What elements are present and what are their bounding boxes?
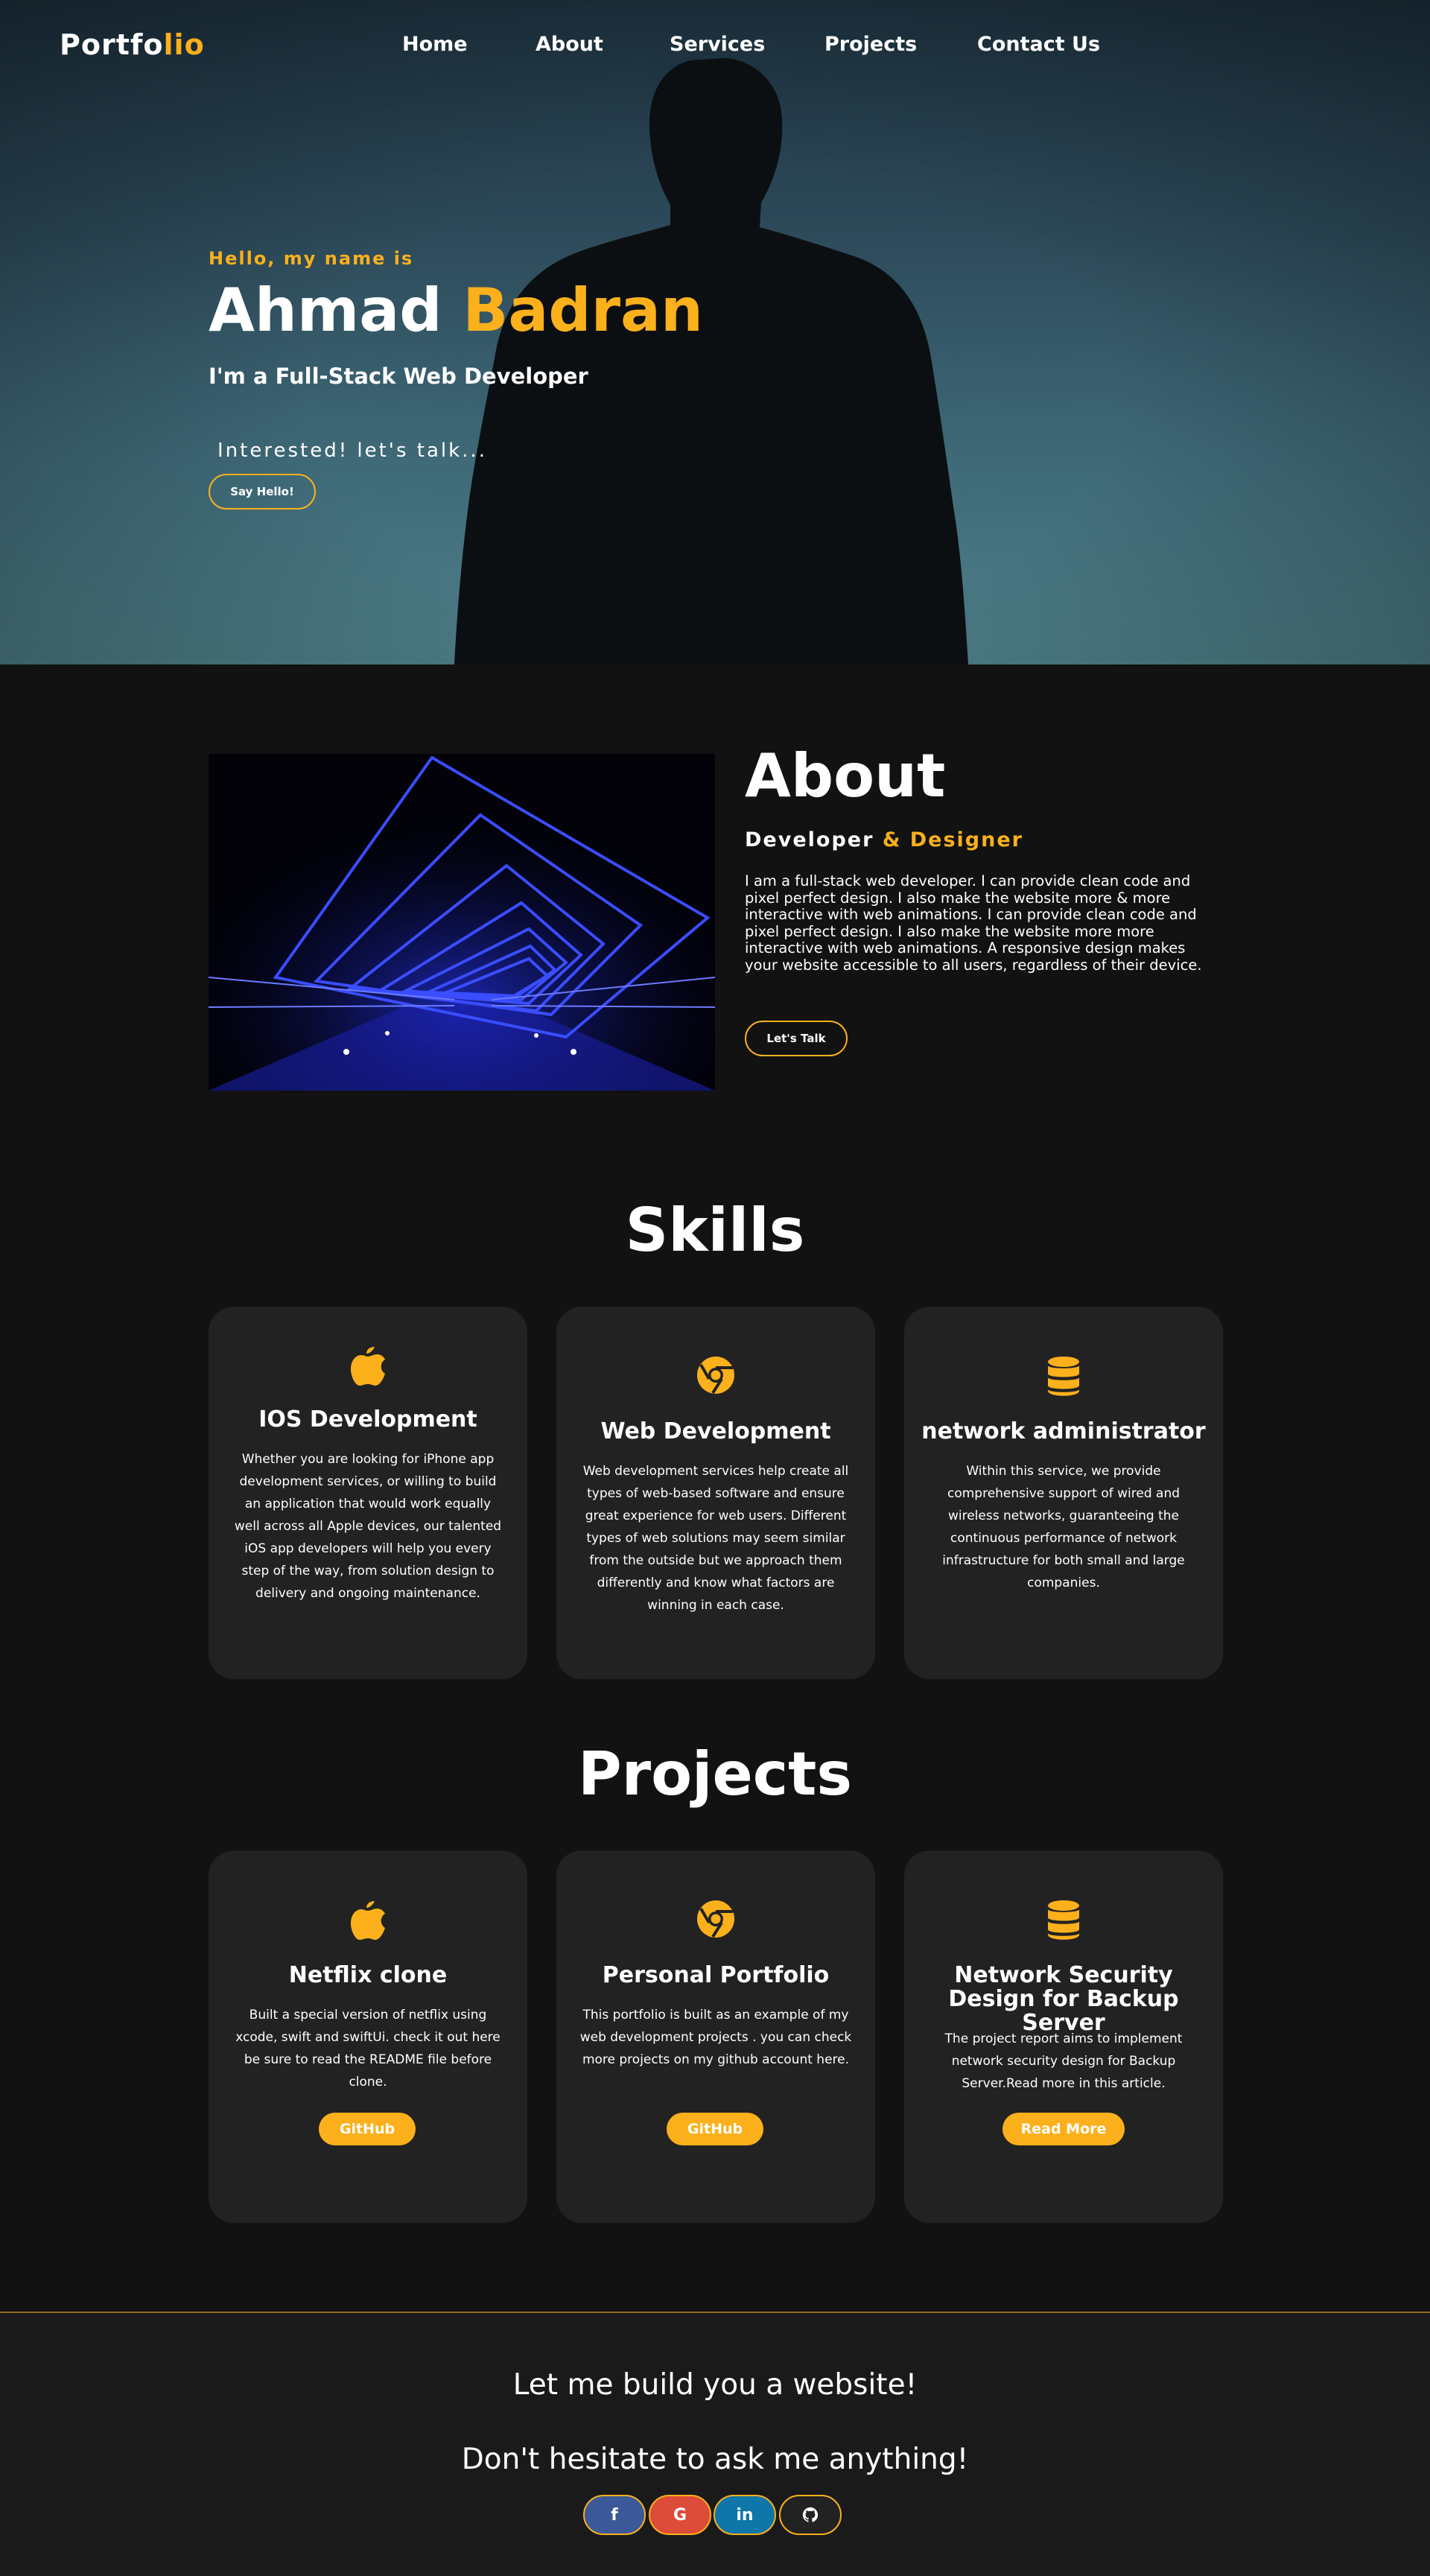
read-more-button[interactable]: Read More [1002,2113,1125,2145]
apple-icon [209,1900,527,1941]
logo[interactable]: Portfolio [60,28,205,61]
footer-line-2: Don't hesitate to ask me anything! [461,2443,969,2476]
hero-role: I'm a Full-Stack Web Developer [209,364,588,389]
skill-card-text: Web development services help create all… [582,1464,849,1613]
github-button[interactable]: GitHub [319,2113,416,2145]
facebook-icon[interactable]: f [583,2495,646,2535]
logo-accent: lio [163,28,205,61]
skill-card-title: Web Development [600,1418,831,1444]
apple-icon [209,1345,527,1387]
about-image [209,754,715,1091]
project-card-portfolio: Personal Portfolio This portfolio is bui… [556,1850,875,2223]
skill-card-title: IOS Development [258,1406,477,1433]
project-card-text: The project report aims to implement net… [944,2031,1183,2091]
project-card-text: This portfolio is built as an example of… [579,2008,852,2067]
hero-interest: Interested! let's talk... [217,440,487,462]
project-card-title: Netflix clone [288,1962,448,1988]
nav-home[interactable]: Home [402,33,468,56]
footer: Let me build you a website! Don't hesita… [0,2312,1430,2576]
project-card-title: Personal Portfolio [602,1962,830,1988]
chrome-icon [556,1356,875,1395]
hero-first-name: Ahmad [209,276,442,345]
google-icon[interactable]: G [649,2495,711,2535]
skill-card-text: Whether you are looking for iPhone app d… [234,1452,502,1601]
projects-title: Projects [577,1739,852,1809]
database-icon [904,1356,1223,1396]
nav-projects[interactable]: Projects [824,33,917,56]
hero-silhouette-image [454,58,968,664]
skill-card-web: Web Development Web development services… [556,1307,875,1679]
nav-contact-us[interactable]: Contact Us [977,33,1100,56]
about-subtitle-accent: & Designer [882,828,1023,851]
linkedin-icon[interactable]: in [714,2495,776,2535]
hero-section: Portfolio Home About Services Projects C… [0,0,1430,664]
project-card-network-security: Network Security Design for Backup Serve… [904,1850,1223,2223]
github-button[interactable]: GitHub [667,2113,763,2145]
chrome-icon [556,1900,875,1938]
about-text: I am a full-stack web developer. I can p… [745,872,1202,974]
logo-text: Portfo [60,28,164,61]
about-subtitle: Developer & Designer [745,828,1023,851]
about-subtitle-plain: Developer [745,828,874,851]
lets-talk-button[interactable]: Let's Talk [745,1021,848,1056]
skill-card-title: network administrator [921,1418,1206,1444]
project-card-title: Network Security Design for Backup Serve… [948,1962,1179,2036]
say-hello-button[interactable]: Say Hello! [209,474,316,510]
hero-greeting: Hello, my name is [209,248,414,269]
project-card-netflix: Netflix clone Built a special version of… [209,1850,527,2223]
nav-about[interactable]: About [536,33,603,56]
database-icon [904,1900,1223,1940]
skill-card-ios: IOS Development Whether you are looking … [209,1307,527,1679]
about-title: About [745,741,946,810]
footer-line-1: Let me build you a website! [512,2368,918,2402]
hero-name: Ahmad Badran [209,276,703,345]
skill-card-text: Within this service, we provide comprehe… [942,1464,1185,1590]
hero-last-name: Badran [463,276,703,345]
project-card-text: Built a special version of netflix using… [235,2008,500,2090]
nav-services[interactable]: Services [670,33,765,56]
skills-title: Skills [625,1196,805,1265]
skill-card-network: network administrator Within this servic… [904,1307,1223,1679]
github-icon[interactable] [779,2495,842,2535]
